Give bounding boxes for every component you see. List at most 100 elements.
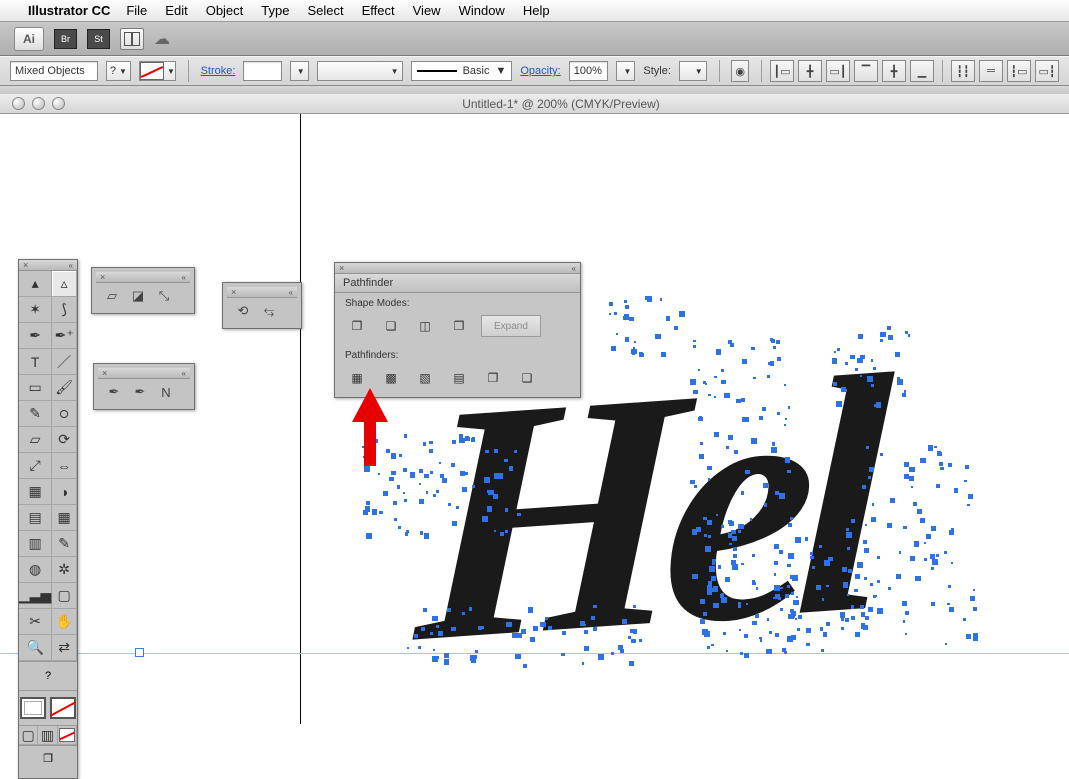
stock-button[interactable]: St (87, 29, 110, 49)
arrange-documents-button[interactable] (120, 28, 144, 50)
paintbrush-tool[interactable]: 🖌 (52, 375, 77, 401)
twirl-icon[interactable]: ◪ (128, 287, 148, 305)
window-zoom-button[interactable] (52, 97, 65, 110)
distribute-left-button[interactable]: ┇▭ (1007, 60, 1031, 82)
direct-selection-tool[interactable]: ▵ (52, 271, 77, 297)
merge-button[interactable]: ▧ (413, 367, 437, 389)
fill-stroke-swatches[interactable] (19, 690, 77, 725)
menu-file[interactable]: File (126, 3, 147, 18)
menu-edit[interactable]: Edit (165, 3, 187, 18)
minus-front-button[interactable]: ❏ (379, 315, 403, 337)
panel-header[interactable]: ×« (98, 368, 190, 379)
menu-select[interactable]: Select (307, 3, 343, 18)
screen-mode-button[interactable]: ❐ (19, 745, 77, 770)
scale-tool[interactable]: ⤢ (19, 453, 52, 479)
menu-object[interactable]: Object (206, 3, 244, 18)
close-icon[interactable]: × (100, 272, 105, 282)
distribute-v-button[interactable]: ═ (979, 60, 1003, 82)
blend-tool[interactable]: ◍ (19, 557, 52, 583)
unite-button[interactable]: ❐ (345, 315, 369, 337)
rotate-tool[interactable]: ⟳ (52, 427, 77, 453)
align-top-button[interactable]: ▔ (854, 60, 878, 82)
slice-tool[interactable]: ✂ (19, 609, 52, 635)
free-transform-tool[interactable]: ▦ (19, 479, 52, 505)
rotate-icon[interactable]: ⟲ (233, 302, 253, 320)
menu-type[interactable]: Type (261, 3, 289, 18)
float-panel-2[interactable]: ×« ✒ ✒ Ν (93, 363, 195, 410)
collapse-icon[interactable]: « (289, 288, 293, 297)
convert-icon[interactable]: Ν (156, 383, 176, 401)
menu-help[interactable]: Help (523, 3, 550, 18)
pen-icon[interactable]: ✒ (104, 383, 124, 401)
symbol-sprayer-tool[interactable]: ✲ (52, 557, 77, 583)
collapse-icon[interactable]: « (69, 261, 73, 270)
column-graph-tool[interactable]: ▁▃▅ (19, 583, 52, 609)
perspective-grid-tool[interactable]: ▤ (19, 505, 52, 531)
fill-swatch[interactable] (20, 697, 46, 719)
align-hcenter-button[interactable]: ╋ (798, 60, 822, 82)
eyedropper-tool[interactable]: ✎ (52, 531, 77, 557)
menu-window[interactable]: Window (459, 3, 505, 18)
collapse-icon[interactable]: « (182, 273, 186, 282)
close-icon[interactable]: × (23, 260, 28, 270)
stroke-label[interactable]: Stroke: (201, 65, 236, 77)
pathfinder-panel[interactable]: ×« Pathfinder Shape Modes: ❐ ❏ ◫ ❒ Expan… (334, 262, 581, 398)
pathfinder-tab[interactable]: Pathfinder (335, 274, 580, 293)
brush-definition-dropdown[interactable]: Basic▼ (411, 61, 513, 81)
selection-handle[interactable] (135, 648, 144, 657)
distribute-right-button[interactable]: ▭┇ (1035, 60, 1059, 82)
align-right-button[interactable]: ▭┃ (826, 60, 850, 82)
distribute-h-button[interactable]: ┇┇ (951, 60, 975, 82)
artboard-tool[interactable]: ▢ (52, 583, 77, 609)
app-menu[interactable]: Illustrator CC (28, 3, 110, 18)
unknown-tool[interactable]: ? (19, 661, 77, 690)
outline-button[interactable]: ❐ (481, 367, 505, 389)
pen-tool[interactable]: ✒ (19, 323, 52, 349)
align-bottom-button[interactable]: ▁ (910, 60, 934, 82)
hand-tool[interactable]: ✋ (52, 609, 77, 635)
window-minimize-button[interactable] (32, 97, 45, 110)
magic-wand-tool[interactable]: ✶ (19, 297, 52, 323)
reflect-icon[interactable]: ⥃ (259, 302, 279, 320)
none-mode-button[interactable] (58, 726, 77, 745)
line-segment-tool[interactable]: ／ (52, 349, 77, 375)
close-icon[interactable]: × (231, 287, 236, 297)
zoom-tool[interactable]: 🔍 (19, 635, 52, 661)
add-anchor-tool[interactable]: ✒⁺ (52, 323, 77, 349)
menu-view[interactable]: View (413, 3, 441, 18)
collapse-icon[interactable]: « (572, 264, 576, 273)
align-vcenter-button[interactable]: ╋ (882, 60, 906, 82)
float-panel-3[interactable]: ×« ⟲ ⥃ (222, 282, 302, 329)
width-tool[interactable]: ⇔ (52, 453, 77, 479)
bridge-button[interactable]: Br (54, 29, 77, 49)
menu-effect[interactable]: Effect (362, 3, 395, 18)
blob-brush-tool[interactable]: ੦ (52, 401, 77, 427)
align-left-button[interactable]: ┃▭ (770, 60, 794, 82)
eraser-tool[interactable]: ▱ (19, 427, 52, 453)
stroke-weight-field[interactable] (243, 61, 281, 81)
panel-header[interactable]: ×« (227, 287, 297, 298)
opacity-dropdown[interactable]: ▼ (616, 61, 635, 81)
window-close-button[interactable] (12, 97, 25, 110)
stroke-weight-stepper[interactable]: ▼ (290, 61, 309, 81)
fill-help-dropdown[interactable]: ?▼ (106, 61, 131, 81)
variable-width-profile[interactable]: ▼ (317, 61, 403, 81)
expand-button[interactable]: Expand (481, 315, 541, 337)
gradient-mode-button[interactable]: ▥ (38, 726, 57, 745)
opacity-label[interactable]: Opacity: (520, 65, 560, 77)
close-icon[interactable]: × (339, 263, 344, 273)
selection-field[interactable]: Mixed Objects (10, 61, 98, 81)
stroke-none-swatch[interactable]: ▼ (139, 61, 176, 81)
anchor-icon[interactable]: ✒ (130, 383, 150, 401)
exclude-button[interactable]: ❒ (447, 315, 471, 337)
panel-header[interactable]: ×« (96, 272, 190, 283)
sync-settings-icon[interactable]: ☁ (154, 29, 170, 49)
selection-tool[interactable]: ▴ (19, 271, 52, 297)
recolor-artwork-button[interactable]: ◉ (731, 60, 749, 82)
type-tool[interactable]: T (19, 349, 52, 375)
shape-builder-tool[interactable]: ◑ (52, 479, 77, 505)
canvas[interactable]: Hel ×« ▴ ▵ ✶ ⟆ ✒ ✒⁺ T ／ ▭ 🖌 ✎ ੦ ▱ ⟳ ⤢ ⇔ … (0, 114, 1069, 724)
panel-header[interactable]: ×« (335, 263, 580, 274)
toggle-fill-stroke[interactable]: ⇄ (52, 635, 77, 661)
lasso-tool[interactable]: ⟆ (52, 297, 77, 323)
